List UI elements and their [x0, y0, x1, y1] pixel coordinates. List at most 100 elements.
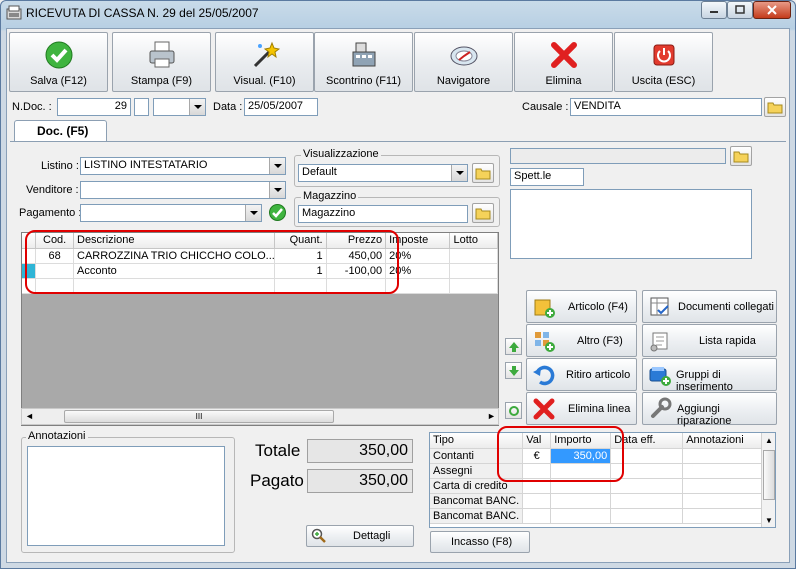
col-data-eff[interactable]: Data eff. — [610, 433, 684, 449]
table-row[interactable]: Acconto 1 -100,00 20% — [22, 263, 498, 279]
dettagli-button[interactable]: Dettagli — [306, 525, 414, 547]
payments-vertical-scrollbar[interactable]: ▲ ▼ — [761, 433, 775, 527]
magazzino-input[interactable]: Magazzino — [298, 205, 468, 223]
cell-importo[interactable] — [550, 508, 612, 524]
elimina-linea-button[interactable]: Elimina linea — [526, 392, 637, 425]
col-annotazioni[interactable]: Annotazioni — [682, 433, 770, 449]
customer-code-input[interactable] — [510, 148, 726, 164]
ndoc-series-select[interactable] — [153, 98, 206, 116]
annotazioni-textarea[interactable] — [27, 446, 225, 546]
cell-importo[interactable] — [550, 478, 612, 494]
cell-quant[interactable]: 1 — [274, 263, 327, 279]
move-up-button[interactable] — [505, 338, 522, 355]
data-input[interactable]: 25/05/2007 — [244, 98, 318, 116]
close-button[interactable] — [753, 1, 791, 19]
table-row[interactable]: Bancomat BANC. — [430, 508, 770, 524]
items-horizontal-scrollbar[interactable]: ◄ III ► — [21, 408, 499, 425]
ndoc-input[interactable]: 29 — [57, 98, 131, 116]
pagamento-select[interactable] — [80, 204, 262, 222]
cell-val[interactable] — [522, 508, 552, 524]
cell-data-eff[interactable] — [610, 493, 684, 509]
col-importo[interactable]: Importo — [550, 433, 612, 449]
cell-data-eff[interactable] — [610, 463, 684, 479]
cell-imposte[interactable]: 20% — [385, 263, 451, 279]
scroll-thumb[interactable] — [763, 450, 775, 500]
table-row[interactable]: Assegni — [430, 463, 770, 479]
causale-folder-button[interactable] — [764, 97, 786, 117]
chevron-down-icon[interactable] — [245, 205, 261, 221]
col-imposte[interactable]: Imposte — [385, 233, 451, 249]
incasso-button[interactable]: Incasso (F8) — [430, 531, 530, 553]
causale-input[interactable]: VENDITA — [570, 98, 762, 116]
cell-importo[interactable] — [550, 493, 612, 509]
chevron-down-icon[interactable] — [269, 158, 285, 174]
scontrino-button[interactable]: Scontrino (F11) — [314, 32, 413, 92]
cell-annotazioni[interactable] — [682, 508, 770, 524]
salva-button[interactable]: Salva (F12) — [9, 32, 108, 92]
cell-val[interactable] — [522, 463, 552, 479]
chevron-down-icon[interactable] — [451, 165, 467, 181]
aggiungi-riparazione-button[interactable]: Aggiungi riparazione — [642, 392, 777, 427]
stampa-button[interactable]: Stampa (F9) — [112, 32, 211, 92]
cell-data-eff[interactable] — [610, 448, 684, 464]
spett-input[interactable]: Spett.le — [510, 168, 584, 186]
ritiro-articolo-button[interactable]: Ritiro articolo — [526, 358, 637, 391]
minimize-button[interactable] — [701, 1, 727, 19]
lista-rapida-button[interactable]: Lista rapida — [642, 324, 777, 357]
customer-folder-button[interactable] — [730, 146, 752, 166]
scroll-up-icon[interactable]: ▲ — [765, 436, 773, 445]
venditore-select[interactable] — [80, 181, 286, 199]
col-prezzo[interactable]: Prezzo — [326, 233, 387, 249]
listino-select[interactable]: LISTINO INTESTATARIO — [80, 157, 286, 175]
visualizzazione-select[interactable]: Default — [298, 164, 468, 182]
pagamento-confirm-button[interactable] — [268, 203, 287, 222]
cell-cod[interactable] — [35, 263, 74, 279]
cell-val[interactable]: € — [522, 448, 552, 464]
col-lotto[interactable]: Lotto — [449, 233, 498, 249]
cell-prezzo[interactable]: 450,00 — [326, 248, 387, 264]
elimina-button[interactable]: Elimina — [514, 32, 613, 92]
cell-data-eff[interactable] — [610, 478, 684, 494]
refresh-button[interactable] — [505, 402, 522, 419]
move-down-button[interactable] — [505, 362, 522, 379]
scroll-right-icon[interactable]: ► — [487, 411, 496, 421]
cell-prezzo[interactable]: -100,00 — [326, 263, 387, 279]
scroll-left-icon[interactable]: ◄ — [25, 411, 34, 421]
visualizzazione-folder-button[interactable] — [472, 163, 494, 183]
visual-button[interactable]: Visual. (F10) — [215, 32, 314, 92]
cell-cod[interactable]: 68 — [35, 248, 74, 264]
col-val[interactable]: Val — [522, 433, 552, 449]
navigatore-button[interactable]: Navigatore — [414, 32, 513, 92]
cell-importo[interactable] — [550, 463, 612, 479]
cell-annotazioni[interactable] — [682, 448, 770, 464]
cell-imposte[interactable]: 20% — [385, 248, 451, 264]
table-row[interactable]: 68 CARROZZINA TRIO CHICCHO COLO... 1 450… — [22, 248, 498, 264]
altro-button[interactable]: Altro (F3) — [526, 324, 637, 357]
documenti-collegati-button[interactable]: Documenti collegati — [642, 290, 777, 323]
col-cod[interactable]: Cod. — [35, 233, 74, 249]
table-row[interactable]: Bancomat BANC. — [430, 493, 770, 509]
ndoc-suffix-input[interactable] — [134, 98, 149, 116]
col-descrizione[interactable]: Descrizione — [73, 233, 275, 249]
cell-data-eff[interactable] — [610, 508, 684, 524]
cell-descrizione[interactable]: Acconto — [73, 263, 275, 279]
customer-address-textarea[interactable] — [510, 189, 752, 259]
cell-lotto[interactable] — [449, 263, 498, 279]
cell-descrizione[interactable]: CARROZZINA TRIO CHICCHO COLO... — [73, 248, 275, 264]
table-row[interactable]: Carta di credito — [430, 478, 770, 494]
cell-annotazioni[interactable] — [682, 463, 770, 479]
chevron-down-icon[interactable] — [269, 182, 285, 198]
cell-lotto[interactable] — [449, 248, 498, 264]
cell-quant[interactable]: 1 — [274, 248, 327, 264]
scroll-thumb[interactable]: III — [64, 410, 334, 423]
scroll-down-icon[interactable]: ▼ — [765, 516, 773, 525]
cell-annotazioni[interactable] — [682, 478, 770, 494]
col-quant[interactable]: Quant. — [274, 233, 327, 249]
table-row-empty[interactable] — [22, 278, 498, 294]
cell-val[interactable] — [522, 478, 552, 494]
cell-importo-selected[interactable]: 350,00 — [550, 448, 612, 464]
cell-val[interactable] — [522, 493, 552, 509]
cell-annotazioni[interactable] — [682, 493, 770, 509]
maximize-button[interactable] — [727, 1, 753, 19]
articolo-button[interactable]: Articolo (F4) — [526, 290, 637, 323]
